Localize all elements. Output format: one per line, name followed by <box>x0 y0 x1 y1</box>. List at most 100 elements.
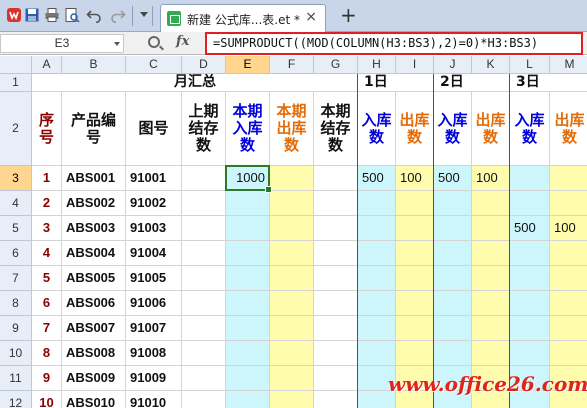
redo-icon[interactable] <box>110 7 126 23</box>
cell-e12[interactable] <box>226 391 270 408</box>
cell-a12[interactable]: 10 <box>32 391 62 408</box>
column-header-l[interactable]: L <box>510 56 550 74</box>
grid-cell[interactable] <box>314 216 358 241</box>
cell-i10[interactable] <box>396 341 434 366</box>
cell-m3[interactable] <box>550 166 587 191</box>
cell-i5[interactable] <box>396 216 434 241</box>
cell-l10[interactable] <box>510 341 550 366</box>
cell-m6[interactable] <box>550 241 587 266</box>
grid-cell[interactable] <box>314 391 358 408</box>
search-icon[interactable] <box>148 36 160 48</box>
cell-l7[interactable] <box>510 266 550 291</box>
cell-h3[interactable]: 500 <box>358 166 396 191</box>
wps-logo-icon[interactable] <box>6 7 22 23</box>
cell-e11[interactable] <box>226 366 270 391</box>
grid-cell[interactable] <box>270 166 314 191</box>
cell-c4[interactable]: 91002 <box>126 191 182 216</box>
grid-cell[interactable] <box>314 266 358 291</box>
column-header-h[interactable]: H <box>358 56 396 74</box>
cell-m4[interactable] <box>550 191 587 216</box>
cell-k9[interactable] <box>472 316 510 341</box>
grid-cell[interactable] <box>270 266 314 291</box>
undo-icon[interactable] <box>86 7 102 23</box>
cell-a4[interactable]: 2 <box>32 191 62 216</box>
cell-m5[interactable]: 100 <box>550 216 587 241</box>
cell-i4[interactable] <box>396 191 434 216</box>
cell-h5[interactable] <box>358 216 396 241</box>
cell-e9[interactable] <box>226 316 270 341</box>
cell-b4[interactable]: ABS002 <box>62 191 126 216</box>
row-header-1[interactable]: 1 <box>0 74 32 92</box>
insert-function-icon[interactable]: fx <box>176 34 189 49</box>
cell-j10[interactable] <box>434 341 472 366</box>
cell-l6[interactable] <box>510 241 550 266</box>
row-header-6[interactable]: 6 <box>0 241 32 266</box>
grid-cell[interactable] <box>270 316 314 341</box>
cell-j6[interactable] <box>434 241 472 266</box>
grid-cell[interactable] <box>182 291 226 316</box>
cell-c3[interactable]: 91001 <box>126 166 182 191</box>
cell-e6[interactable] <box>226 241 270 266</box>
grid-cell[interactable] <box>314 316 358 341</box>
cell-j4[interactable] <box>434 191 472 216</box>
row-header-9[interactable]: 9 <box>0 316 32 341</box>
grid-cell[interactable] <box>182 266 226 291</box>
row-header-7[interactable]: 7 <box>0 266 32 291</box>
column-header-f[interactable]: F <box>270 56 314 74</box>
cell-c10[interactable]: 91008 <box>126 341 182 366</box>
print-preview-icon[interactable] <box>64 7 80 23</box>
cell-i9[interactable] <box>396 316 434 341</box>
document-tab[interactable]: 新建 公式库...表.et * × <box>160 4 326 32</box>
row-header-2[interactable]: 2 <box>0 92 32 166</box>
cell-k8[interactable] <box>472 291 510 316</box>
grid-cell[interactable] <box>314 291 358 316</box>
name-box[interactable]: E3 <box>0 34 124 53</box>
cell-i8[interactable] <box>396 291 434 316</box>
cell-j9[interactable] <box>434 316 472 341</box>
cell-a11[interactable]: 9 <box>32 366 62 391</box>
cell-l5[interactable]: 500 <box>510 216 550 241</box>
row-header-3[interactable]: 3 <box>0 166 32 191</box>
cell-m10[interactable] <box>550 341 587 366</box>
cell-l3[interactable] <box>510 166 550 191</box>
cell-b5[interactable]: ABS003 <box>62 216 126 241</box>
grid-cell[interactable] <box>182 391 226 408</box>
cell-k5[interactable] <box>472 216 510 241</box>
cell-k3[interactable]: 100 <box>472 166 510 191</box>
dropdown-icon[interactable] <box>140 12 148 17</box>
cell-h8[interactable] <box>358 291 396 316</box>
grid-cell[interactable] <box>270 366 314 391</box>
column-header-m[interactable]: M <box>550 56 587 74</box>
spreadsheet-grid[interactable]: A B C D E F G H I J K L M 1 2 3 4 5 6 7 8 9 10 11 12 月汇总 1日 2日 3日 序号产… <box>0 56 587 408</box>
cell-i7[interactable] <box>396 266 434 291</box>
cell-m7[interactable] <box>550 266 587 291</box>
new-tab-icon[interactable]: + <box>340 3 357 27</box>
cell-a6[interactable]: 4 <box>32 241 62 266</box>
cell-e7[interactable] <box>226 266 270 291</box>
cell-j3[interactable]: 500 <box>434 166 472 191</box>
grid-cell[interactable] <box>314 341 358 366</box>
cell-c9[interactable]: 91007 <box>126 316 182 341</box>
cell-h4[interactable] <box>358 191 396 216</box>
grid-cell[interactable] <box>270 216 314 241</box>
cell-c12[interactable]: 91010 <box>126 391 182 408</box>
close-icon[interactable]: × <box>305 9 317 25</box>
cell-e4[interactable] <box>226 191 270 216</box>
cell-h7[interactable] <box>358 266 396 291</box>
cell-b8[interactable]: ABS006 <box>62 291 126 316</box>
grid-cell[interactable] <box>314 191 358 216</box>
cell-e10[interactable] <box>226 341 270 366</box>
grid-cell[interactable] <box>182 191 226 216</box>
grid-cell[interactable] <box>314 166 358 191</box>
cell-h10[interactable] <box>358 341 396 366</box>
row-header-4[interactable]: 4 <box>0 191 32 216</box>
select-all-corner[interactable] <box>0 56 32 74</box>
formula-input[interactable]: =SUMPRODUCT((MOD(COLUMN(H3:BS3),2)=0)*H3… <box>205 32 583 55</box>
cell-a8[interactable]: 6 <box>32 291 62 316</box>
grid-cell[interactable] <box>314 366 358 391</box>
column-header-k[interactable]: K <box>472 56 510 74</box>
column-header-e[interactable]: E <box>226 56 270 74</box>
cell-i3[interactable]: 100 <box>396 166 434 191</box>
save-icon[interactable] <box>24 7 40 23</box>
cell-h6[interactable] <box>358 241 396 266</box>
